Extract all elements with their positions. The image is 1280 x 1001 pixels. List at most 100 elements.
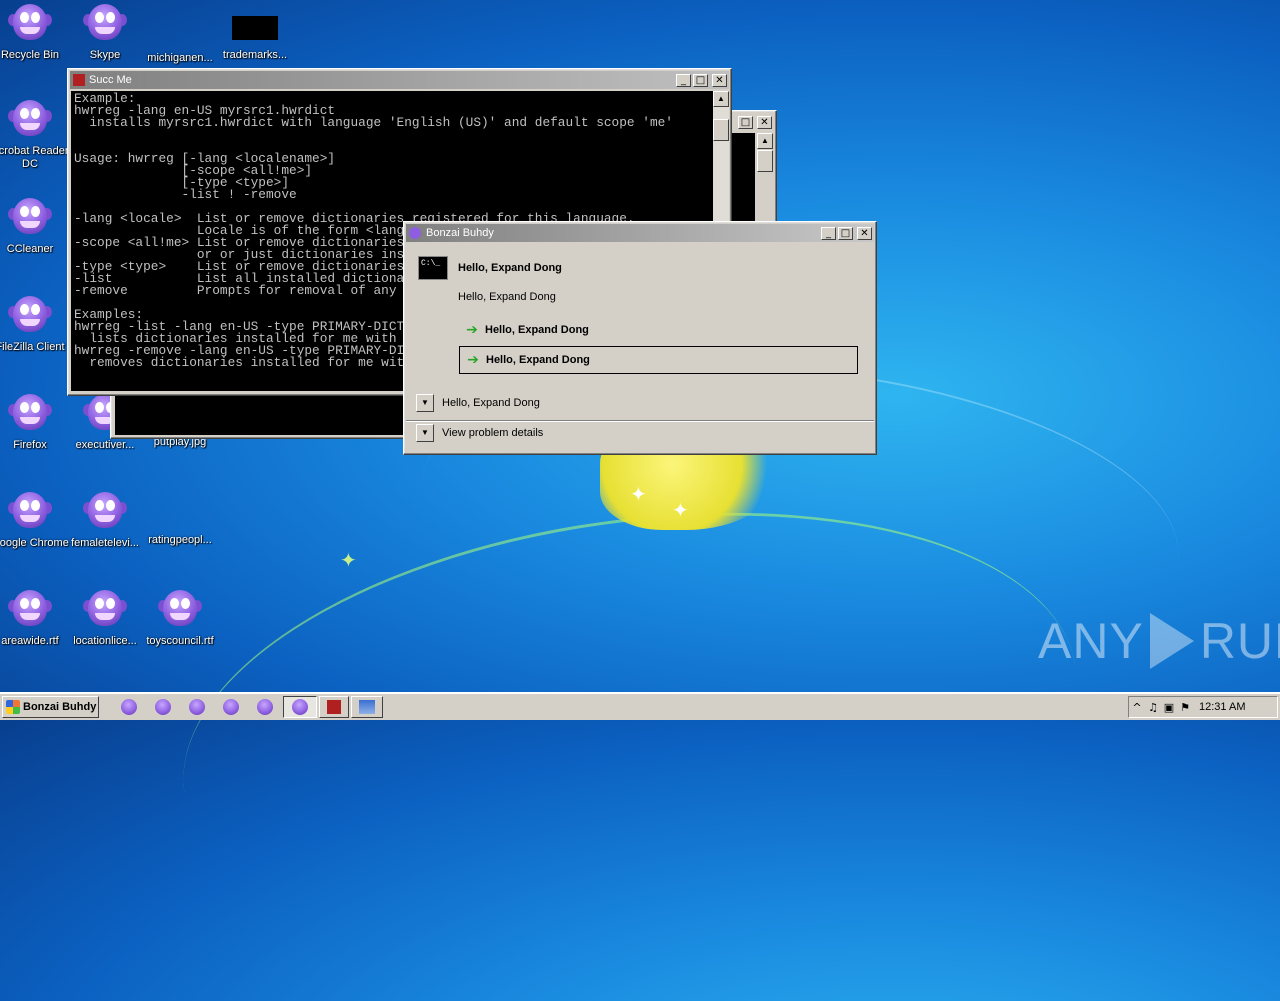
- taskbar-console-button[interactable]: [319, 696, 349, 718]
- bonzi-icon: [83, 2, 127, 46]
- console-app-icon: C:\_: [418, 256, 448, 280]
- image-file-icon: [160, 498, 200, 528]
- chevron-down-icon[interactable]: ▼: [416, 394, 434, 412]
- start-label: Bonzai Buhdy: [23, 701, 97, 713]
- desktop-icon[interactable]: Firefox: [0, 392, 70, 452]
- scroll-up-icon[interactable]: ▲: [757, 133, 773, 149]
- quicklaunch-bonzi-icon[interactable]: [256, 698, 274, 716]
- desktop-icon-label: Acrobat Reader DC: [0, 145, 69, 170]
- expander[interactable]: ▼ Hello, Expand Dong: [416, 394, 540, 412]
- bonzi-app-icon: [409, 227, 421, 239]
- windows-flag-icon: [6, 700, 20, 714]
- system-tray: ^ ♫ ▣ ⚑ 12:31 AM: [1128, 696, 1278, 718]
- desktop-icon-label: executiver...: [75, 439, 135, 451]
- sparkle-icon: ✦: [340, 548, 357, 572]
- desktop-icon-label: ratingpeopl...: [148, 534, 212, 546]
- quicklaunch-bonzi-icon[interactable]: [222, 698, 240, 716]
- desktop-icon[interactable]: toyscouncil.rtf: [140, 588, 220, 648]
- bonzi-icon: [8, 490, 52, 534]
- desktop-icon[interactable]: FileZilla Client: [0, 294, 70, 354]
- expander-label: Hello, Expand Dong: [442, 397, 540, 409]
- dialog-title: Bonzai Buhdy: [426, 227, 494, 239]
- view-details-expander[interactable]: ▼ View problem details: [416, 424, 543, 442]
- quicklaunch-bonzi-icon[interactable]: [120, 698, 138, 716]
- quicklaunch-bonzi-icon[interactable]: [188, 698, 206, 716]
- command-link-1[interactable]: ➔ Hello, Expand Dong: [459, 316, 858, 344]
- close-icon[interactable]: ✕: [857, 226, 872, 240]
- desktop-icon[interactable]: locationlice...: [65, 588, 145, 648]
- dialog-message: Hello, Expand Dong: [458, 291, 556, 303]
- close-icon[interactable]: ✕: [757, 115, 772, 129]
- desktop-icon[interactable]: ratingpeopl...: [140, 490, 220, 547]
- bonzi-icon: [8, 294, 52, 338]
- green-arrow-icon: ➔: [466, 322, 478, 338]
- sparkle-icon: ✦: [630, 482, 647, 506]
- bonzai-dialog[interactable]: Bonzai Buhdy _ □ ✕ C:\_ Hello, Expand Do…: [403, 221, 877, 455]
- bonzi-icon: [83, 490, 127, 534]
- details-label: View problem details: [442, 427, 544, 439]
- desktop-icon-label: locationlice...: [73, 635, 137, 647]
- green-arrow-icon: ➔: [467, 352, 479, 368]
- monitor-icon: [359, 700, 375, 714]
- desktop-icon[interactable]: michiganen...: [140, 2, 220, 65]
- desktop-icon-label: areawide.rtf: [1, 635, 59, 647]
- desktop-icon[interactable]: Google Chrome: [0, 490, 70, 550]
- maximize-icon[interactable]: □: [738, 115, 753, 129]
- console-titlebar[interactable]: Succ Me _ □ ✕: [70, 71, 729, 89]
- quicklaunch-bonzi-icon[interactable]: [154, 698, 172, 716]
- bonzi-icon: [158, 588, 202, 632]
- desktop-icon[interactable]: Recycle Bin: [0, 2, 70, 62]
- bonzi-icon: [83, 588, 127, 632]
- desktop-icon-label: Recycle Bin: [0, 49, 60, 61]
- speaker-icon[interactable]: ♫: [1145, 701, 1161, 714]
- scroll-up-icon[interactable]: ▲: [713, 91, 729, 107]
- chevron-down-icon[interactable]: ▼: [416, 424, 434, 442]
- file-thumbnail-icon: [232, 16, 278, 40]
- watermark-left: ANY: [1038, 613, 1144, 669]
- command-link-2[interactable]: ➔ Hello, Expand Dong: [459, 346, 858, 374]
- close-icon[interactable]: ✕: [712, 73, 727, 87]
- desktop-icon-label: Firefox: [13, 439, 47, 451]
- desktop-icon[interactable]: Acrobat Reader DC: [0, 98, 70, 171]
- maximize-icon[interactable]: □: [693, 73, 708, 87]
- minimize-icon[interactable]: _: [676, 73, 691, 87]
- bonzi-icon: [8, 392, 52, 436]
- bonzi-icon: [8, 196, 52, 240]
- desktop-icon[interactable]: areawide.rtf: [0, 588, 70, 648]
- start-button[interactable]: Bonzai Buhdy: [2, 696, 99, 718]
- desktop-icon[interactable]: trademarks...: [215, 2, 295, 62]
- dialog-separator: [406, 420, 874, 422]
- command-link-label: Hello, Expand Dong: [485, 324, 589, 336]
- dialog-heading: Hello, Expand Dong: [458, 262, 562, 274]
- taskbar-bonzi-dialog-button[interactable]: [283, 696, 317, 718]
- desktop-icon-label: femaletelevi...: [71, 537, 139, 549]
- desktop-icon[interactable]: Skype: [65, 2, 145, 62]
- scrollbar[interactable]: ▲: [757, 133, 773, 233]
- maximize-icon[interactable]: □: [838, 226, 853, 240]
- desktop-icon-label: michiganen...: [147, 52, 213, 64]
- play-icon: [1149, 613, 1194, 669]
- chevron-up-icon[interactable]: ^: [1129, 701, 1145, 714]
- desktop-icon-label: trademarks...: [222, 49, 288, 61]
- sparkle-icon: ✦: [672, 498, 689, 522]
- desktop-icon[interactable]: femaletelevi...: [65, 490, 145, 550]
- minimize-icon[interactable]: _: [821, 226, 836, 240]
- network-icon[interactable]: ▣: [1161, 701, 1177, 714]
- scroll-thumb[interactable]: [713, 119, 729, 141]
- desktop-icon[interactable]: CCleaner: [0, 196, 70, 256]
- command-link-label: Hello, Expand Dong: [486, 354, 590, 366]
- watermark-right: RUN: [1199, 613, 1280, 669]
- anyrun-watermark: ANY RUN: [1038, 612, 1280, 670]
- taskbar-app-button[interactable]: [351, 696, 383, 718]
- flag-icon[interactable]: ⚑: [1177, 701, 1193, 714]
- scroll-thumb[interactable]: [757, 150, 773, 172]
- dialog-titlebar[interactable]: Bonzai Buhdy _ □ ✕: [406, 224, 874, 242]
- blank-file-icon: [160, 10, 200, 46]
- bonzi-icon: [8, 588, 52, 632]
- desktop-icon-label: toyscouncil.rtf: [146, 635, 214, 647]
- clock[interactable]: 12:31 AM: [1199, 701, 1245, 713]
- console-line: installs myrsrc1.hwrdict with language '…: [74, 115, 673, 130]
- desktop-icon-label: Google Chrome: [0, 537, 69, 549]
- console-line: -list ! -remove: [74, 187, 297, 202]
